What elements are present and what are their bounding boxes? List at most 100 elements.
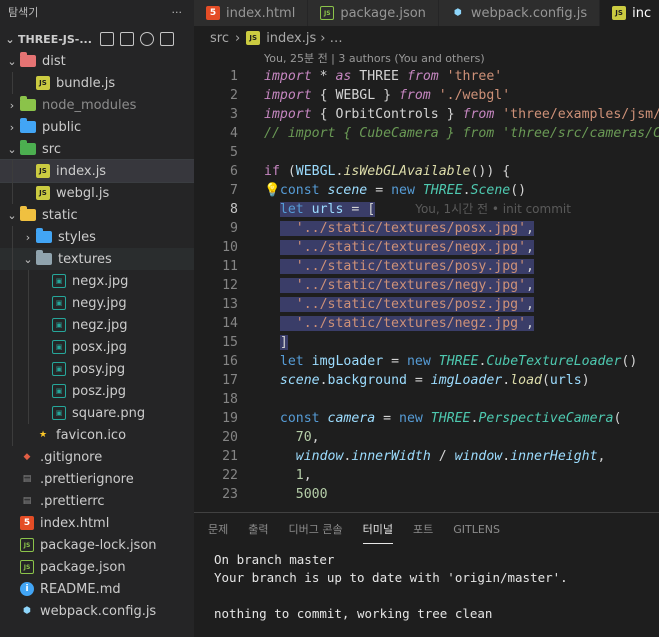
breadcrumb-folder[interactable]: src	[210, 31, 229, 46]
tree-file[interactable]: ▣ posy.jpg	[0, 358, 194, 380]
tree-item-label: src	[42, 141, 61, 157]
indent-guide	[12, 248, 13, 270]
breadcrumb-separator: ›	[234, 30, 241, 46]
terminal-line: Your branch is up to date with 'origin/m…	[214, 570, 568, 585]
chevron-down-icon: ⌄	[23, 252, 33, 266]
tree-file[interactable]: 5 index.html	[0, 512, 194, 534]
git-icon: ◆	[23, 452, 31, 462]
editor-tab[interactable]: JS inc	[600, 0, 659, 26]
new-folder-icon[interactable]	[119, 32, 134, 46]
panel-tab[interactable]: 출력	[248, 515, 268, 543]
tree-folder[interactable]: › styles	[0, 226, 194, 248]
tree-item-label: styles	[58, 229, 96, 245]
editor-tab[interactable]: 5 index.html	[194, 0, 309, 26]
js-file-icon: JS	[612, 6, 627, 20]
chevron-down-icon: ⌄	[5, 32, 15, 46]
tree-file[interactable]: ▤ .prettierrc	[0, 490, 194, 512]
project-header[interactable]: ⌄ THREE-JS-...	[0, 28, 194, 50]
tree-file[interactable]: ▣ negx.jpg	[0, 270, 194, 292]
prettier-icon: ▤	[22, 474, 32, 484]
code-line: 16 let imgLoader = new THREE.CubeTexture…	[222, 354, 638, 369]
tree-folder[interactable]: ⌄ static	[0, 204, 194, 226]
editor-tab[interactable]: ⬢ webpack.config.js	[438, 0, 601, 26]
webpack-icon: ⬢	[23, 606, 31, 616]
code-line: 5	[230, 145, 238, 160]
tree-folder[interactable]: ⌄ textures	[0, 248, 194, 270]
image-file-icon: ▣	[52, 318, 66, 332]
indent-guide	[12, 336, 13, 358]
folder-icon	[20, 206, 36, 221]
terminal-output[interactable]: On branch master Your branch is up to dat…	[194, 545, 659, 629]
node-file-icon: JS	[20, 560, 34, 574]
new-file-icon[interactable]	[99, 32, 114, 46]
tree-file[interactable]: ★ favicon.ico	[0, 424, 194, 446]
tree-item-label: favicon.ico	[56, 427, 127, 443]
breadcrumb-more[interactable]: › …	[320, 31, 342, 46]
tree-folder[interactable]: › public	[0, 116, 194, 138]
tree-file[interactable]: ▣ negy.jpg	[0, 292, 194, 314]
tree-item-label: negy.jpg	[72, 295, 127, 311]
more-actions-icon[interactable]: ···	[172, 6, 183, 19]
lightbulb-icon[interactable]: 💡	[264, 181, 280, 200]
tree-file[interactable]: JS index.js	[0, 159, 194, 183]
tree-file[interactable]: ⬢ webpack.config.js	[0, 600, 194, 622]
tree-folder[interactable]: › node_modules	[0, 94, 194, 116]
tree-file[interactable]: ▣ square.png	[0, 402, 194, 424]
tree-file[interactable]: JS bundle.js	[0, 72, 194, 94]
indent-guide	[28, 380, 29, 402]
indent-guide	[12, 402, 13, 424]
panel-tab[interactable]: 포트	[413, 515, 433, 543]
webpack-icon: ⬢	[453, 8, 462, 18]
js-file-icon: JS	[36, 76, 50, 90]
indent-guide	[12, 72, 13, 94]
editor-tab[interactable]: JS package.json	[308, 0, 439, 26]
tree-item-label: .prettierrc	[40, 493, 105, 509]
code-line: 13 '../static/textures/posz.jpg',	[222, 297, 534, 312]
tab-label: package.json	[340, 5, 426, 21]
tab-label: webpack.config.js	[470, 5, 588, 21]
info-icon: i	[20, 582, 34, 596]
indent-guide	[12, 358, 13, 380]
panel-tab[interactable]: GITLENS	[453, 517, 500, 542]
tree-file[interactable]: ▣ posz.jpg	[0, 380, 194, 402]
node-file-icon: JS	[20, 538, 34, 552]
html-file-icon: 5	[20, 516, 34, 530]
panel-tab[interactable]: 터미널	[362, 515, 393, 544]
tree-file[interactable]: ▣ posx.jpg	[0, 336, 194, 358]
tree-item-label: package-lock.json	[40, 537, 157, 553]
image-file-icon: ▣	[52, 362, 66, 376]
refresh-icon[interactable]	[139, 32, 154, 46]
tree-file[interactable]: ▤ .prettierignore	[0, 468, 194, 490]
tab-label: inc	[632, 5, 652, 21]
panel-tabs: 문제 출력 디버그 콘솔 터미널 포트 GITLENS	[194, 513, 659, 545]
tree-folder[interactable]: ⌄ src	[0, 138, 194, 160]
folder-icon	[20, 140, 36, 155]
panel-tab[interactable]: 디버그 콘솔	[289, 515, 343, 543]
chevron-right-icon: ›	[25, 230, 31, 244]
code-line: 21 window.innerWidth / window.innerHeigh…	[222, 449, 606, 464]
panel-tab[interactable]: 문제	[208, 515, 228, 543]
tree-file[interactable]: ◆ .gitignore	[0, 446, 194, 468]
collapse-all-icon[interactable]	[159, 32, 174, 46]
tree-file[interactable]: i README.md	[0, 578, 194, 600]
codelens-authors[interactable]: You, 25분 전 | 3 authors (You and others)	[194, 50, 659, 67]
code-editor[interactable]: You, 25분 전 | 3 authors (You and others) …	[194, 50, 659, 510]
folder-icon	[36, 228, 52, 243]
indent-guide	[12, 182, 13, 204]
image-file-icon: ▣	[52, 296, 66, 310]
chevron-right-icon: ›	[9, 98, 15, 112]
tree-file[interactable]: JS package.json	[0, 556, 194, 578]
code-line: 2 import { WEBGL } from './webgl'	[230, 88, 511, 103]
indent-guide	[28, 292, 29, 314]
code-line: 15 ]	[222, 335, 288, 350]
tree-folder[interactable]: ⌄ dist	[0, 50, 194, 72]
tab-label: index.html	[226, 5, 296, 21]
code-line: 17 scene.background = imgLoader.load(url…	[222, 373, 590, 388]
tree-file[interactable]: JS webgl.js	[0, 182, 194, 204]
breadcrumb-file[interactable]: index.js	[266, 31, 316, 46]
tree-file[interactable]: JS package-lock.json	[0, 534, 194, 556]
tree-file[interactable]: ▣ negz.jpg	[0, 314, 194, 336]
tree-item-label: bundle.js	[56, 75, 116, 91]
editor-tabs: 5 index.html JS package.json ⬢ webpack.config…	[194, 0, 659, 26]
